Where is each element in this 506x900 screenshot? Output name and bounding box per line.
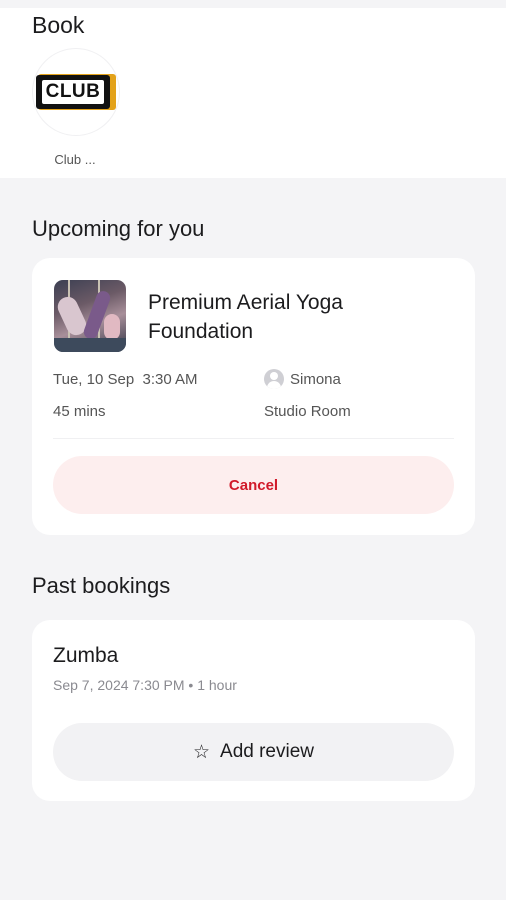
star-outline-icon: ☆ (192, 741, 211, 763)
book-heading: Book (32, 12, 85, 38)
top-strip (0, 0, 506, 8)
add-review-label: Add review (220, 741, 315, 762)
past-bookings-heading: Past bookings (32, 573, 171, 598)
club-logo-text: CLUB (41, 80, 105, 104)
club-caption: Club ... (54, 152, 96, 167)
club-item[interactable]: CLUB Club ... (32, 48, 120, 168)
cancel-button[interactable]: Cancel (53, 456, 454, 514)
instructor-name: Simona (290, 370, 341, 388)
past-booking-meta: Sep 7, 2024 7:30 PM • 1 hour (53, 677, 237, 693)
club-avatar[interactable]: CLUB (32, 48, 120, 136)
class-thumbnail (54, 280, 126, 352)
upcoming-heading: Upcoming for you (32, 216, 205, 241)
class-title: Premium Aerial Yoga Foundation (148, 291, 343, 343)
past-booking-card[interactable]: Zumba Sep 7, 2024 7:30 PM • 1 hour ☆ Add… (32, 620, 475, 801)
booking-date: Tue, 10 Sep (53, 371, 135, 388)
book-section: Book CLUB Club ... (0, 8, 506, 178)
booking-room: Studio Room (264, 403, 351, 420)
add-review-button[interactable]: ☆ Add review (53, 723, 454, 781)
club-logo: CLUB (36, 74, 116, 110)
booking-duration: 45 mins (53, 403, 106, 420)
cancel-button-label: Cancel (228, 476, 279, 494)
divider (53, 438, 454, 439)
instructor: Simona (264, 369, 341, 389)
past-class-title: Zumba (53, 644, 119, 667)
upcoming-booking-card[interactable]: Premium Aerial Yoga Foundation Tue, 10 S… (32, 258, 475, 535)
booking-time: 3:30 AM (142, 371, 198, 388)
booking-datetime: Tue, 10 Sep 3:30 AM (53, 371, 198, 388)
person-icon (264, 369, 284, 389)
